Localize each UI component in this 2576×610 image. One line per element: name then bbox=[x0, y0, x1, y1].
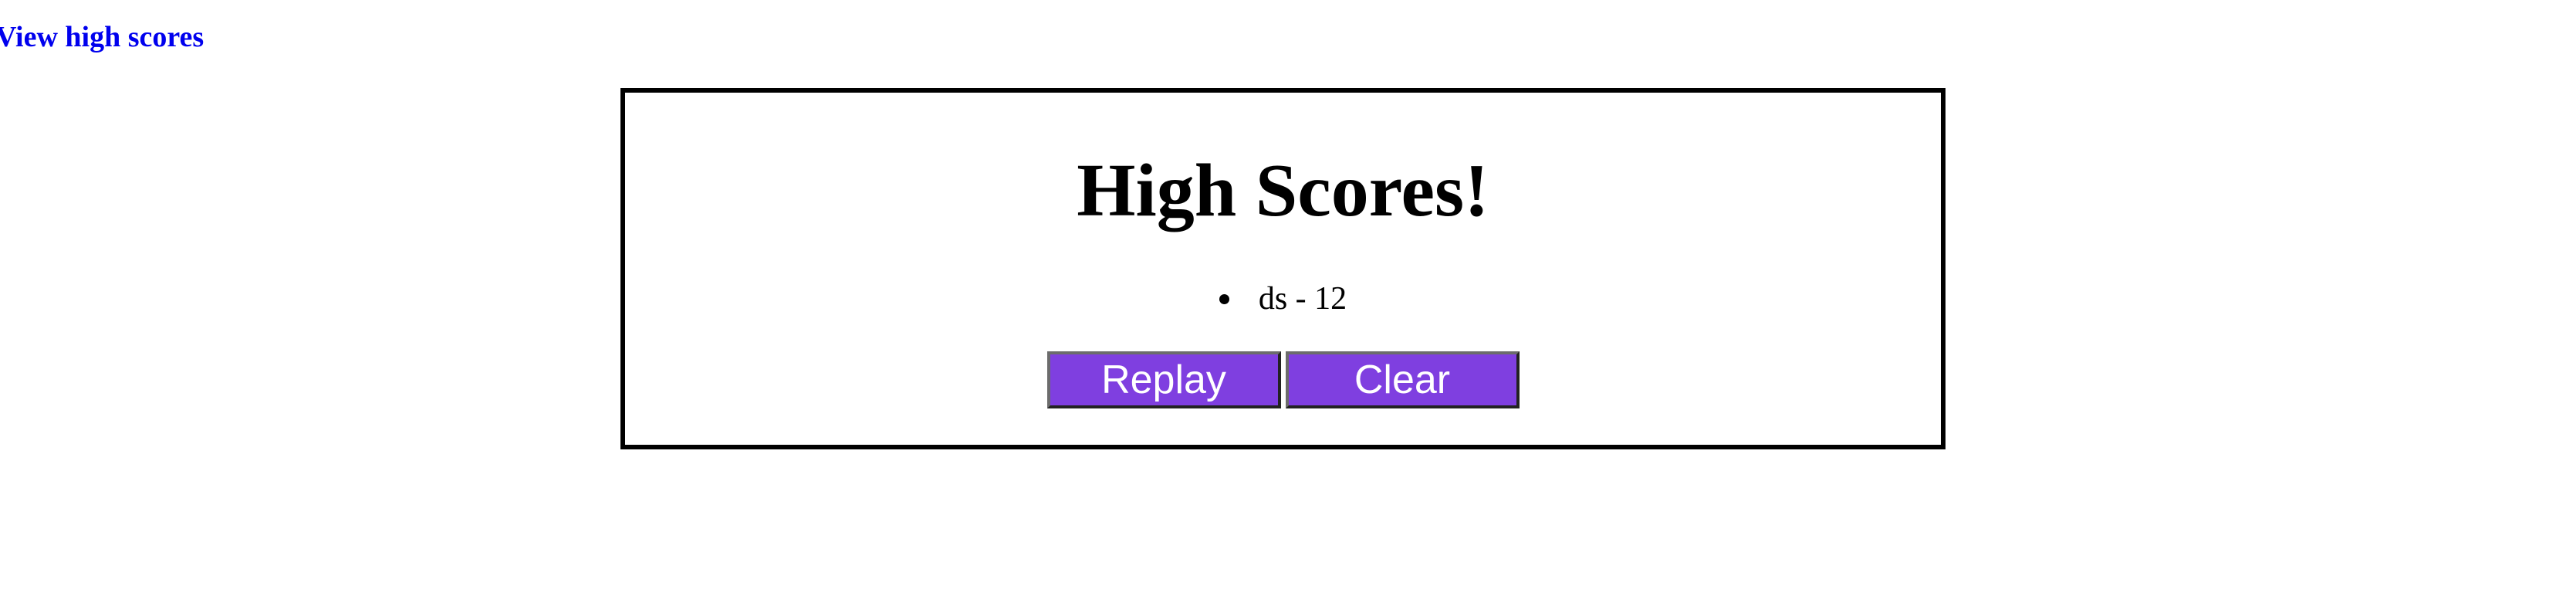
high-scores-title: High Scores! bbox=[1077, 149, 1489, 232]
high-scores-card: High Scores! ds - 12 Replay Clear bbox=[620, 88, 1946, 449]
page: View high scores High Scores! ds - 12 Re… bbox=[0, 0, 2576, 610]
replay-button[interactable]: Replay bbox=[1046, 351, 1281, 408]
score-list: ds - 12 bbox=[625, 280, 1941, 318]
clear-button[interactable]: Clear bbox=[1285, 351, 1520, 408]
score-list-item: ds - 12 bbox=[625, 280, 1941, 318]
score-entry-text: ds - 12 bbox=[1258, 281, 1347, 317]
bullet-icon bbox=[1219, 293, 1229, 304]
view-high-scores-link[interactable]: View high scores bbox=[0, 20, 204, 54]
button-row: Replay Clear bbox=[625, 351, 1941, 408]
